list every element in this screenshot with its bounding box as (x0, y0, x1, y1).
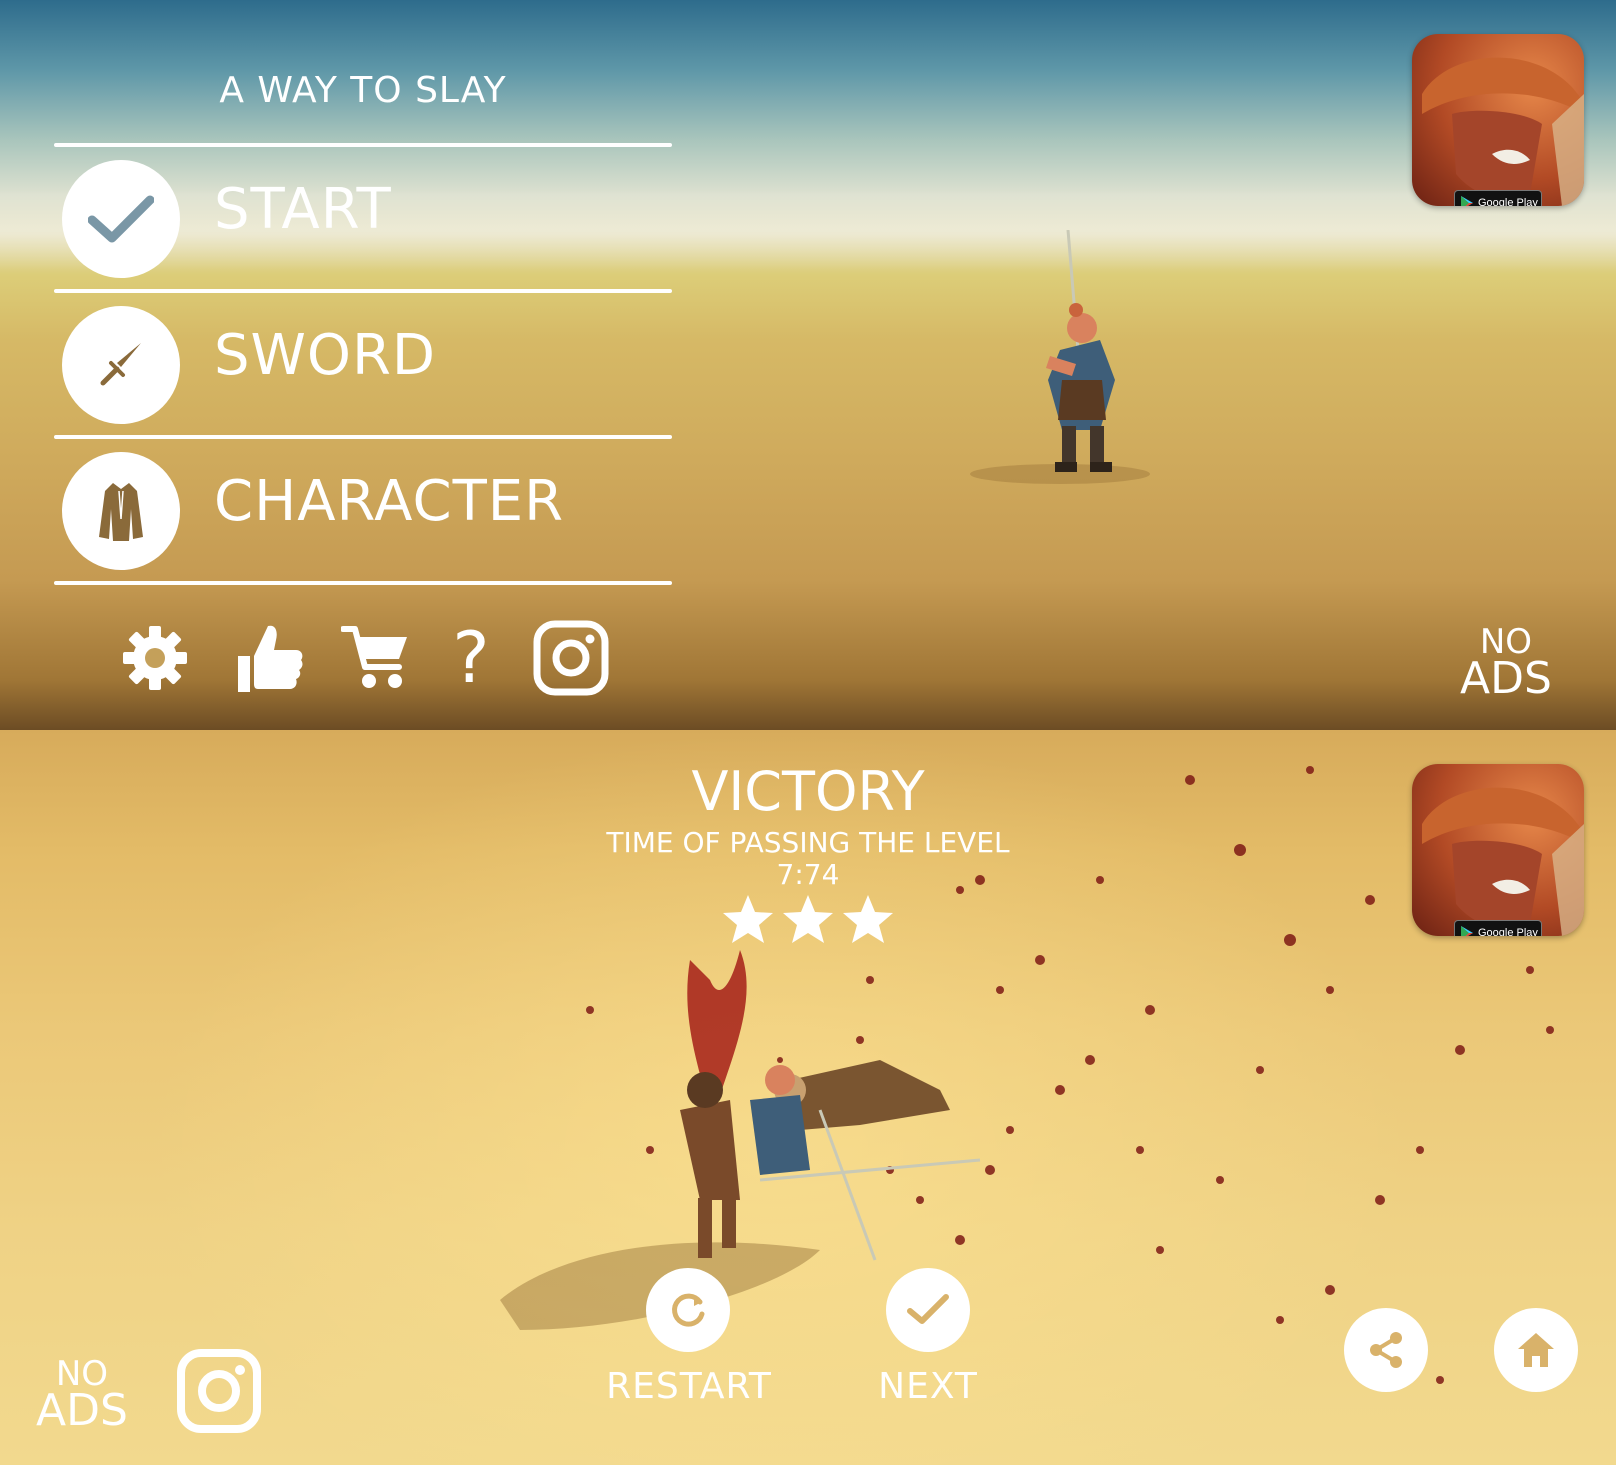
gear-icon (123, 626, 187, 690)
like-button[interactable] (232, 618, 306, 698)
start-button-circle (62, 160, 180, 278)
samurai-character (970, 230, 1150, 484)
sword-icon (100, 343, 141, 386)
google-play-badge: Google Play (1454, 190, 1542, 206)
victory-title: VICTORY (691, 760, 925, 823)
instagram-icon (533, 620, 609, 696)
start-button[interactable]: START (54, 147, 672, 289)
home-button[interactable] (1494, 1308, 1578, 1392)
main-menu-screen: A WAY TO SLAY START SWORD CHARACTER ? Go… (0, 0, 1616, 730)
cart-icon (341, 626, 407, 688)
instagram-button[interactable] (176, 1348, 262, 1434)
sword-button[interactable]: SWORD (54, 293, 672, 435)
share-button[interactable] (1344, 1308, 1428, 1392)
character-button-circle (62, 452, 180, 570)
robe-icon (99, 483, 143, 541)
character-label: CHARACTER (214, 469, 565, 534)
checkmark-icon (88, 195, 154, 243)
menu-divider (54, 581, 672, 585)
home-icon (1518, 1333, 1554, 1367)
shop-button[interactable] (340, 618, 412, 698)
share-icon (1370, 1332, 1402, 1368)
sword-button-circle (62, 306, 180, 424)
next-button[interactable] (886, 1268, 970, 1352)
warrior-portrait-icon (1422, 787, 1584, 936)
help-button[interactable]: ? (446, 618, 496, 698)
google-play-label: Google Play (1478, 927, 1538, 936)
restart-button[interactable] (646, 1268, 730, 1352)
star-icon (843, 895, 893, 943)
checkmark-icon (907, 1294, 949, 1324)
google-play-badge: Google Play (1454, 920, 1542, 936)
no-ads-line2: ADS (36, 1385, 128, 1437)
star-icon (783, 895, 833, 943)
next-label[interactable]: NEXT (860, 1366, 996, 1407)
level-time-value: 7:74 (776, 858, 840, 891)
ad-game-promo[interactable]: Google Play (1412, 764, 1584, 936)
restart-label[interactable]: RESTART (596, 1366, 782, 1407)
victory-screen: VICTORY TIME OF PASSING THE LEVEL 7:74 G… (0, 730, 1616, 1465)
sword-label: SWORD (214, 323, 437, 388)
warrior-portrait-icon (1422, 57, 1584, 206)
settings-button[interactable] (118, 618, 192, 698)
start-label: START (214, 177, 392, 242)
star-icon (723, 895, 773, 943)
level-time-caption: TIME OF PASSING THE LEVEL (606, 826, 1010, 859)
play-store-icon (1461, 196, 1473, 206)
game-title: A WAY TO SLAY (219, 70, 507, 111)
thumbs-up-icon (238, 625, 303, 692)
play-store-icon (1461, 926, 1473, 936)
instagram-icon (177, 1349, 261, 1433)
ad-game-promo[interactable]: Google Play (1412, 34, 1584, 206)
instagram-button[interactable] (530, 618, 612, 698)
no-ads-button[interactable]: NO ADS (36, 1357, 128, 1437)
google-play-label: Google Play (1478, 197, 1538, 206)
no-ads-line2: ADS (1460, 653, 1552, 705)
no-ads-button[interactable]: NO ADS (1460, 625, 1552, 705)
character-button[interactable]: CHARACTER (54, 439, 672, 581)
help-icon: ? (452, 617, 490, 699)
restart-icon (672, 1293, 705, 1327)
